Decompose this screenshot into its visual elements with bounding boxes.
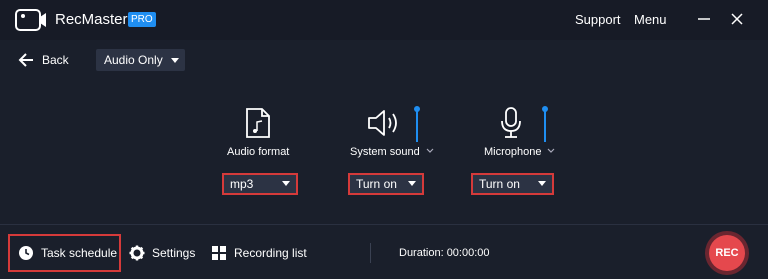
arrow-left-icon <box>18 53 33 67</box>
microphone-label: Microphone <box>484 146 542 158</box>
speaker-icon[interactable] <box>367 108 401 138</box>
mode-select[interactable]: Audio Only <box>96 49 185 71</box>
system-sound-volume-knob[interactable] <box>414 106 420 112</box>
chevron-down-icon[interactable] <box>426 148 434 154</box>
microphone-select[interactable]: Turn on <box>471 173 554 195</box>
system-sound-volume-slider[interactable] <box>416 110 418 142</box>
audio-format-select[interactable]: mp3 <box>222 173 298 195</box>
separator <box>370 243 371 263</box>
gear-icon <box>129 245 145 261</box>
microphone-value: Turn on <box>479 177 520 191</box>
caret-down-icon <box>408 181 416 186</box>
recmaster-logo-icon <box>15 9 46 31</box>
task-schedule-button[interactable]: Task schedule <box>18 244 117 262</box>
caret-down-icon <box>282 181 290 186</box>
system-sound-select[interactable]: Turn on <box>348 173 424 195</box>
app-name: RecMaster <box>55 11 128 28</box>
rec-label: REC <box>709 235 745 271</box>
close-icon[interactable] <box>727 9 747 29</box>
support-link[interactable]: Support <box>575 12 621 27</box>
duration-readout: Duration: 00:00:00 <box>399 247 490 259</box>
title-bar: RecMaster PRO Support Menu <box>0 0 768 40</box>
mode-select-value: Audio Only <box>104 53 163 67</box>
pro-badge: PRO <box>128 12 156 27</box>
clock-icon <box>19 246 33 260</box>
chevron-down-icon[interactable] <box>547 148 555 154</box>
audio-format-label: Audio format <box>227 146 290 158</box>
task-schedule-label: Task schedule <box>41 246 118 260</box>
back-button[interactable]: Back <box>18 50 69 70</box>
system-sound-value: Turn on <box>356 177 397 191</box>
audio-format-value: mp3 <box>230 177 254 191</box>
system-sound-label: System sound <box>350 146 420 158</box>
microphone-icon[interactable] <box>498 106 524 140</box>
grid-icon <box>212 246 226 260</box>
recording-list-button[interactable]: Recording list <box>211 244 307 262</box>
rec-button[interactable]: REC <box>705 231 749 275</box>
settings-label: Settings <box>152 246 196 260</box>
divider <box>0 224 768 225</box>
minimize-icon[interactable] <box>694 9 714 29</box>
menu-link[interactable]: Menu <box>634 12 667 27</box>
audio-file-icon <box>246 108 270 138</box>
caret-down-icon <box>171 58 179 63</box>
recording-list-label: Recording list <box>234 246 307 260</box>
back-label: Back <box>42 53 69 67</box>
microphone-volume-slider[interactable] <box>544 110 546 142</box>
caret-down-icon <box>538 181 546 186</box>
toolbar: Back Audio Only <box>0 40 768 80</box>
settings-button[interactable]: Settings <box>129 244 195 262</box>
microphone-volume-knob[interactable] <box>542 106 548 112</box>
